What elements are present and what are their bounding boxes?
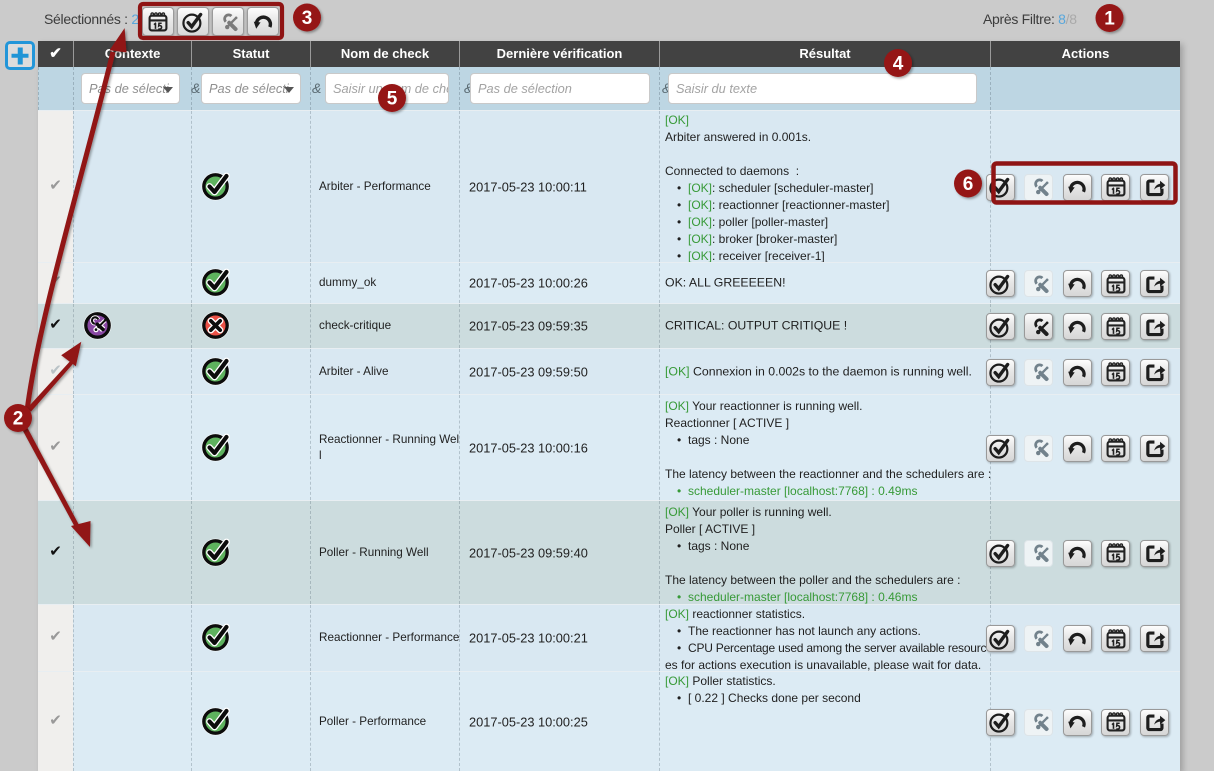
- svg-text:1: 1: [1104, 9, 1115, 30]
- svg-text:2: 2: [13, 409, 24, 430]
- svg-text:3: 3: [302, 8, 313, 29]
